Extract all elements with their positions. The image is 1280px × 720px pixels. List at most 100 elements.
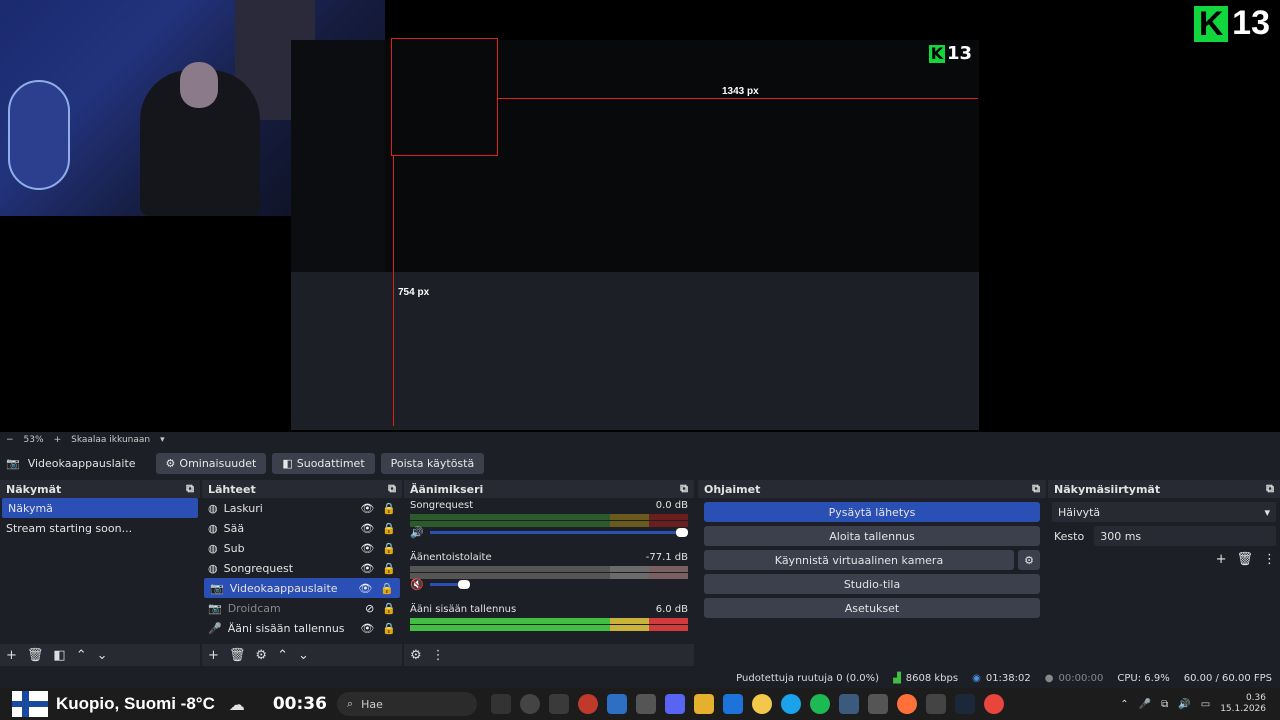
source-item[interactable]: 🎤 Ääni sisään tallennus 👁 🔒 bbox=[202, 618, 402, 638]
mixer-dock: Äänimikseri ⧉ Songrequest 0.0 dB 🔊 Äänento… bbox=[404, 480, 694, 666]
eye-icon[interactable]: 👁 bbox=[360, 522, 374, 535]
duration-input[interactable]: 300 ms bbox=[1094, 526, 1276, 546]
filters-button[interactable]: ◧ Suodattimet bbox=[272, 452, 375, 474]
virtual-camera-button[interactable]: Käynnistä virtuaalinen kamera bbox=[704, 550, 1014, 570]
folder-icon[interactable] bbox=[693, 694, 714, 714]
edge-icon[interactable] bbox=[780, 694, 801, 714]
chrome-icon[interactable] bbox=[983, 694, 1004, 714]
source-item[interactable]: 📷 Droidcam ⊘ 🔒 bbox=[202, 598, 402, 618]
obs-active-icon[interactable] bbox=[577, 694, 598, 714]
chevron-up-icon[interactable]: ⌃ bbox=[1120, 699, 1128, 710]
discord-icon[interactable] bbox=[664, 694, 685, 714]
lock-icon[interactable]: 🔒 bbox=[380, 582, 394, 595]
settings-icon[interactable] bbox=[635, 694, 656, 714]
weather-text[interactable]: Kuopio, Suomi -8°C bbox=[56, 694, 215, 714]
lock-icon[interactable]: 🔒 bbox=[382, 602, 396, 615]
eye-icon[interactable]: 👁 bbox=[360, 622, 374, 635]
steam-icon[interactable] bbox=[954, 694, 975, 714]
source-item[interactable]: ◍ Sää 👁 🔒 bbox=[202, 518, 402, 538]
move-up-icon[interactable]: ⌃ bbox=[76, 648, 87, 663]
firefox-icon[interactable] bbox=[896, 694, 917, 714]
volume-slider[interactable] bbox=[429, 527, 688, 537]
trash-icon[interactable]: 🗑 bbox=[27, 648, 44, 663]
start-record-button[interactable]: Aloita tallennus bbox=[704, 526, 1040, 546]
controls-dock: Ohjaimet ⧉ Pysäytä lähetys Aloita tallenn… bbox=[698, 480, 1046, 666]
properties-button[interactable]: ⚙ Ominaisuudet bbox=[155, 452, 267, 474]
eye-icon[interactable]: 👁 bbox=[360, 542, 374, 555]
settings-button[interactable]: Asetukset bbox=[704, 598, 1040, 618]
gear-icon[interactable]: ⚙ bbox=[410, 648, 422, 663]
volume-icon[interactable]: 🔊 bbox=[1178, 699, 1190, 710]
app-icon[interactable] bbox=[751, 694, 772, 714]
scene-item[interactable]: Stream starting soon... bbox=[0, 518, 200, 538]
deactivate-button[interactable]: Poista käytöstä bbox=[380, 452, 485, 474]
lock-icon[interactable]: 🔒 bbox=[382, 522, 396, 535]
muted-speaker-icon[interactable]: 🔇 bbox=[410, 578, 424, 591]
dimension-horizontal: 1343 px bbox=[722, 86, 759, 97]
app-icon[interactable] bbox=[548, 694, 569, 714]
source-item[interactable]: ◍ Sub 👁 🔒 bbox=[202, 538, 402, 558]
chevron-down-icon: ▾ bbox=[1264, 505, 1270, 519]
mic-icon[interactable]: 🎤 bbox=[1139, 699, 1151, 710]
obs-icon[interactable] bbox=[519, 694, 540, 714]
trash-icon[interactable]: 🗑 bbox=[1236, 552, 1253, 567]
filter-icon[interactable]: ◧ bbox=[53, 648, 65, 663]
dock-float-icon[interactable]: ⧉ bbox=[1266, 482, 1274, 496]
dock-float-icon[interactable]: ⧉ bbox=[186, 482, 194, 496]
spotify-icon[interactable] bbox=[809, 694, 830, 714]
app-icon[interactable] bbox=[925, 694, 946, 714]
mic-icon: 🎤 bbox=[208, 621, 222, 635]
zoom-out-button[interactable]: − bbox=[6, 435, 14, 445]
dock-float-icon[interactable]: ⧉ bbox=[388, 482, 396, 496]
fps-counter: 60.00 / 60.00 FPS bbox=[1183, 672, 1272, 684]
cloud-icon: ☁ bbox=[228, 694, 245, 714]
move-up-icon[interactable]: ⌃ bbox=[277, 648, 288, 663]
eye-icon[interactable]: 👁 bbox=[360, 562, 374, 575]
scene-item[interactable]: Näkymä bbox=[2, 498, 198, 518]
app-icon[interactable] bbox=[867, 694, 888, 714]
network-icon[interactable]: ⧉ bbox=[1161, 699, 1168, 710]
add-icon[interactable]: + bbox=[1216, 552, 1227, 567]
trash-icon[interactable]: 🗑 bbox=[229, 648, 246, 663]
mail-icon[interactable] bbox=[722, 694, 743, 714]
mixer-channel: Äänentoistolaite -77.1 dB 🔇 bbox=[410, 552, 688, 591]
gear-icon: ⚙ bbox=[165, 456, 176, 470]
eye-hidden-icon[interactable]: ⊘ bbox=[365, 602, 374, 615]
move-down-icon[interactable]: ⌄ bbox=[97, 648, 108, 663]
source-item[interactable]: 📷 Videokaappauslaite 👁 🔒 bbox=[204, 578, 400, 598]
menu-dots-icon[interactable]: ⋮ bbox=[432, 648, 445, 663]
eye-icon[interactable]: 👁 bbox=[360, 502, 374, 515]
virtual-camera-settings-button[interactable]: ⚙ bbox=[1018, 550, 1040, 570]
volume-meter bbox=[410, 625, 688, 631]
studio-mode-button[interactable]: Studio-tila bbox=[704, 574, 1040, 594]
audio-app-icon[interactable] bbox=[490, 694, 511, 714]
add-icon[interactable]: + bbox=[208, 648, 219, 663]
scale-to-window-label[interactable]: Skaalaa ikkunaan bbox=[71, 435, 150, 445]
source-item[interactable]: ◍ Songrequest 👁 🔒 bbox=[202, 558, 402, 578]
source-bounding-box[interactable] bbox=[391, 38, 498, 156]
lock-icon[interactable]: 🔒 bbox=[382, 562, 396, 575]
gear-icon[interactable]: ⚙ bbox=[255, 648, 267, 663]
zoom-in-button[interactable]: + bbox=[54, 435, 62, 445]
eye-icon[interactable]: 👁 bbox=[358, 582, 372, 595]
menu-dots-icon[interactable]: ⋮ bbox=[1263, 552, 1276, 567]
chevron-down-icon[interactable]: ▾ bbox=[160, 435, 165, 445]
battery-icon[interactable]: ▭ bbox=[1201, 699, 1210, 710]
calculator-icon[interactable] bbox=[606, 694, 627, 714]
preview-canvas[interactable]: 1343 px 754 px K 13 K 13 bbox=[0, 0, 1280, 432]
dock-float-icon[interactable]: ⧉ bbox=[1032, 482, 1040, 496]
app-icon[interactable] bbox=[838, 694, 859, 714]
dock-float-icon[interactable]: ⧉ bbox=[680, 482, 688, 496]
taskbar-clock[interactable]: 0.36 15.1.2026 bbox=[1220, 693, 1266, 715]
lock-icon[interactable]: 🔒 bbox=[382, 502, 396, 515]
speaker-icon[interactable]: 🔊 bbox=[410, 526, 424, 539]
lock-icon[interactable]: 🔒 bbox=[382, 622, 396, 635]
stop-stream-button[interactable]: Pysäytä lähetys bbox=[704, 502, 1040, 522]
lock-icon[interactable]: 🔒 bbox=[382, 542, 396, 555]
move-down-icon[interactable]: ⌄ bbox=[298, 648, 309, 663]
add-icon[interactable]: + bbox=[6, 648, 17, 663]
source-item[interactable]: ◍ Laskuri 👁 🔒 bbox=[202, 498, 402, 518]
volume-slider[interactable] bbox=[429, 579, 470, 589]
search-box[interactable]: ⌕ Hae bbox=[336, 692, 477, 716]
transition-select[interactable]: Häivytä ▾ bbox=[1052, 502, 1276, 522]
